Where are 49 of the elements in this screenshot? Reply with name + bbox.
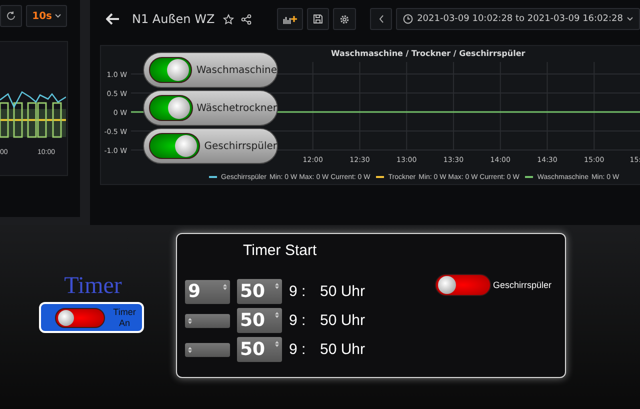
spinner-arrows-icon xyxy=(188,318,192,324)
device-switch[interactable]: Wäschetrockner xyxy=(143,90,278,126)
hour-text: 9 : xyxy=(289,283,307,300)
share-icon[interactable] xyxy=(240,14,252,24)
hour-select[interactable] xyxy=(185,342,230,356)
panel-title: Timer Start xyxy=(243,242,318,261)
spinner-arrows-icon xyxy=(275,312,279,318)
chevron-down-icon xyxy=(627,17,633,21)
spinner-arrows-icon xyxy=(223,284,227,290)
spinner-arrows-icon xyxy=(275,341,279,347)
toggle-switch[interactable] xyxy=(149,133,200,159)
hour-select[interactable]: 9 xyxy=(185,280,230,304)
panel-title: Waschmaschine / Trockner / Geschirrspüler xyxy=(330,48,526,60)
minute-text: 50 Uhr xyxy=(320,341,366,358)
interval-dropdown[interactable]: 10s xyxy=(26,5,67,27)
spinner-arrows-icon xyxy=(275,283,279,289)
time-back-button[interactable] xyxy=(370,8,392,30)
bar-chart-plus-icon xyxy=(283,14,298,24)
minute-select[interactable]: 50 xyxy=(237,337,282,362)
toggle-switch[interactable] xyxy=(54,308,104,328)
hour-select[interactable] xyxy=(185,314,230,328)
minute-select[interactable]: 50 xyxy=(237,279,282,304)
refresh-icon xyxy=(6,11,16,21)
clock-icon xyxy=(403,14,414,24)
save-button[interactable] xyxy=(307,8,330,30)
dashboard-title: N1 Außen WZ xyxy=(132,12,215,26)
device-switch[interactable]: Geschirrspüler xyxy=(143,128,278,164)
toggle-switch[interactable] xyxy=(435,274,491,296)
spinner-arrows-icon xyxy=(188,346,192,352)
timer-label: Timer xyxy=(64,273,122,300)
back-arrow-icon[interactable] xyxy=(106,13,120,25)
minute-select[interactable]: 50 xyxy=(237,308,282,333)
minute-text: 50 Uhr xyxy=(320,312,366,329)
hour-text: 9 : xyxy=(289,312,307,329)
device-switch[interactable]: Waschmaschine xyxy=(143,52,278,88)
settings-icon xyxy=(339,14,350,24)
settings-button[interactable] xyxy=(333,8,356,30)
star-icon[interactable] xyxy=(222,14,234,24)
chevron-down-icon xyxy=(55,14,61,18)
toggle-switch[interactable] xyxy=(149,95,193,121)
chevron-left-icon xyxy=(378,15,384,23)
hour-text: 9 : xyxy=(289,341,307,358)
refresh-button[interactable] xyxy=(0,5,22,27)
add-panel-button[interactable] xyxy=(277,8,304,30)
switch-label: Geschirrspüler xyxy=(493,280,552,290)
minute-text: 50 Uhr xyxy=(320,283,366,300)
save-icon xyxy=(313,14,324,24)
toggle-switch[interactable] xyxy=(149,57,192,83)
time-range-picker[interactable]: 2021-03-09 10:02:28 to 2021-03-09 16:02:28 xyxy=(396,8,640,30)
